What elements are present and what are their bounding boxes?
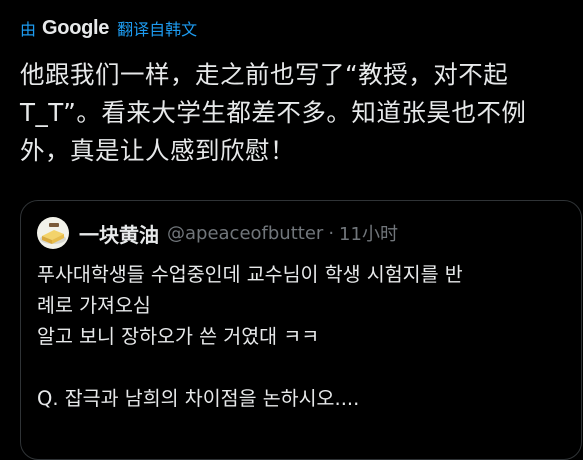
quoted-display-name[interactable]: 一块黄油 <box>79 219 159 248</box>
quoted-line: 알고 보니 장하오가 쓴 거였대 ㅋㅋ <box>37 325 320 348</box>
quoted-tweet-card[interactable]: 一块黄油 @apeaceofbutter · 11小时 푸사대학생들 수업중인데… <box>20 200 582 460</box>
tweet-text: 他跟我们一样，走之前也写了“教授，对不起T_T”。看来大学生都差不多。知道张昊也… <box>20 60 527 165</box>
quoted-tweet-text: 푸사대학생들 수업중인데 교수님이 학생 시험지를 반 례로 가져오심 알고 보… <box>37 259 567 414</box>
google-logo: Google <box>42 16 110 39</box>
translated-from-link[interactable]: 翻译自韩文 <box>117 16 197 40</box>
translation-attribution: 由 Google 翻译自韩文 <box>20 14 197 42</box>
quoted-line-blank <box>37 352 567 383</box>
quoted-line: 례로 가져오심 <box>37 294 151 317</box>
translated-by-label: 由 <box>20 20 37 39</box>
quoted-tweet-header: 一块黄油 @apeaceofbutter · 11小时 <box>37 217 398 249</box>
quoted-line: Q. 잡극과 남희의 차이점을 논하시오.... <box>37 387 360 410</box>
quoted-line: 푸사대학생들 수업중인데 교수님이 학생 시험지를 반 <box>37 263 463 286</box>
quoted-timestamp[interactable]: 11小时 <box>339 220 398 246</box>
separator-dot: · <box>328 222 335 244</box>
butter-avatar-icon[interactable] <box>37 217 69 249</box>
quoted-handle[interactable]: @apeaceofbutter <box>167 223 323 244</box>
